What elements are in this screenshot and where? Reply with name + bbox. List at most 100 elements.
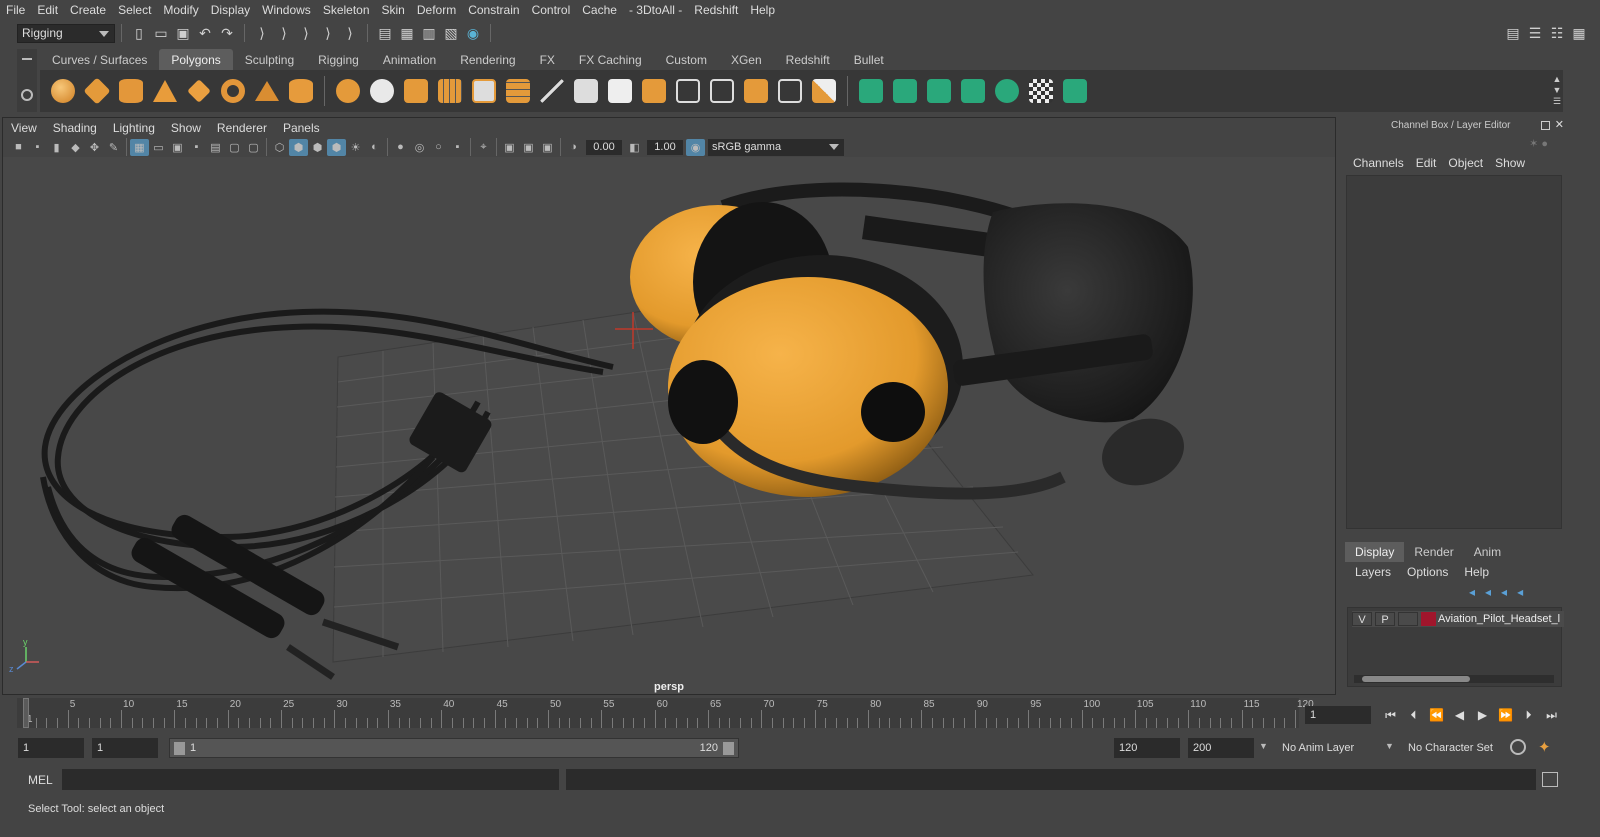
menu-constrain[interactable]: Constrain bbox=[462, 3, 525, 17]
smooth-icon[interactable] bbox=[433, 74, 467, 108]
poly-cone-icon[interactable] bbox=[148, 74, 182, 108]
color-management-icon[interactable]: ◉ bbox=[686, 138, 705, 156]
poly-torus-icon[interactable] bbox=[216, 74, 250, 108]
ipr-render-icon[interactable]: ▥ bbox=[418, 23, 440, 43]
save-scene-icon[interactable]: ▣ bbox=[172, 23, 194, 43]
channel-box-menu-object[interactable]: Object bbox=[1442, 156, 1489, 170]
uv-spherical-icon[interactable] bbox=[922, 74, 956, 108]
layer-row[interactable]: V P Aviation_Pilot_Headset_l bbox=[1352, 611, 1564, 627]
snap-together-icon[interactable] bbox=[807, 74, 841, 108]
range-start-handle[interactable] bbox=[174, 742, 185, 755]
range-slider[interactable]: 1 120 bbox=[169, 738, 739, 758]
gate-mask-icon[interactable]: ▪ bbox=[187, 139, 206, 156]
shelf-scroll-icon[interactable]: ▲ ▼ ☰ bbox=[1551, 74, 1563, 108]
uv-cylindrical-icon[interactable] bbox=[888, 74, 922, 108]
poly-plane-icon[interactable] bbox=[182, 74, 216, 108]
poly-cylinder-icon[interactable] bbox=[114, 74, 148, 108]
safe-title-icon[interactable]: ▢ bbox=[244, 139, 263, 156]
shadows-icon[interactable]: ◐ bbox=[365, 139, 384, 156]
playback-end-field[interactable]: 120 bbox=[1114, 738, 1180, 758]
step-back-key-icon[interactable]: ⏪ bbox=[1425, 705, 1448, 725]
xray-active-icon[interactable]: ▣ bbox=[519, 139, 538, 156]
2d-pan-zoom-icon[interactable]: ✥ bbox=[85, 139, 104, 156]
undo-icon[interactable]: ↶ bbox=[194, 23, 216, 43]
viewport-menu-shading[interactable]: Shading bbox=[45, 121, 105, 135]
append-icon[interactable] bbox=[603, 74, 637, 108]
menu-deform[interactable]: Deform bbox=[411, 3, 462, 17]
mirror-icon[interactable] bbox=[399, 74, 433, 108]
center-pivot-icon[interactable] bbox=[773, 74, 807, 108]
target-weld-icon[interactable] bbox=[671, 74, 705, 108]
shelf-tab-polygons[interactable]: Polygons bbox=[159, 49, 233, 70]
uv-checker-icon[interactable] bbox=[1024, 74, 1058, 108]
layer-tool-icons[interactable]: ◂◂◂◂ bbox=[1469, 585, 1533, 599]
channel-box-icon[interactable]: ▦ bbox=[1568, 23, 1590, 43]
gamma-icon[interactable]: ◧ bbox=[625, 139, 644, 156]
uv-automatic-icon[interactable] bbox=[956, 74, 990, 108]
shelf-tab-curves-surfaces[interactable]: Curves / Surfaces bbox=[40, 49, 159, 70]
layer-tab-anim[interactable]: Anim bbox=[1464, 542, 1511, 562]
menu-select[interactable]: Select bbox=[112, 3, 157, 17]
isolate-select-icon[interactable]: ⌖ bbox=[474, 139, 493, 156]
camera-attributes-icon[interactable]: ▪ bbox=[28, 139, 47, 156]
anti-aliasing-icon[interactable]: ○ bbox=[429, 139, 448, 156]
command-language-label[interactable]: MEL bbox=[28, 773, 53, 787]
manipulator-icons[interactable]: ✶ ● bbox=[1529, 137, 1548, 150]
layer-scrollbar[interactable] bbox=[1354, 675, 1554, 683]
use-all-lights-icon[interactable]: ☀ bbox=[346, 139, 365, 156]
open-scene-icon[interactable]: ▭ bbox=[150, 23, 172, 43]
camera-select-icon[interactable]: ■ bbox=[9, 139, 28, 156]
menu-display[interactable]: Display bbox=[205, 3, 256, 17]
anim-layer-chevron-icon[interactable]: ▼ bbox=[1259, 741, 1268, 751]
poly-cube-icon[interactable] bbox=[80, 74, 114, 108]
snap-curve-icon[interactable]: ⟩ bbox=[339, 23, 361, 43]
separate-icon[interactable] bbox=[365, 74, 399, 108]
anim-layer-select[interactable]: No Anim Layer bbox=[1276, 738, 1376, 758]
viewport-menu-lighting[interactable]: Lighting bbox=[105, 121, 163, 135]
textured-icon[interactable]: ⬢ bbox=[327, 138, 346, 156]
layer-tab-display[interactable]: Display bbox=[1345, 542, 1405, 562]
menu-cache[interactable]: Cache bbox=[576, 3, 623, 17]
grease-pencil-icon[interactable]: ✎ bbox=[104, 139, 123, 156]
new-scene-icon[interactable]: ▯ bbox=[128, 23, 150, 43]
menu-help[interactable]: Help bbox=[744, 3, 781, 17]
layer-menu-help[interactable]: Help bbox=[1456, 565, 1497, 579]
menu-edit[interactable]: Edit bbox=[31, 3, 64, 17]
shelf-tab-rigging[interactable]: Rigging bbox=[306, 49, 371, 70]
menu-redshift[interactable]: Redshift bbox=[688, 3, 744, 17]
layer-menu-layers[interactable]: Layers bbox=[1347, 565, 1399, 579]
redo-icon[interactable]: ↷ bbox=[216, 23, 238, 43]
menu-set-select[interactable]: Rigging bbox=[17, 23, 115, 43]
menu-skin[interactable]: Skin bbox=[376, 3, 411, 17]
view-transform-select[interactable]: sRGB gamma bbox=[708, 138, 844, 156]
layer-tab-render[interactable]: Render bbox=[1404, 542, 1463, 562]
mel-input[interactable] bbox=[62, 769, 559, 790]
uv-unfold-icon[interactable] bbox=[990, 74, 1024, 108]
exposure-icon[interactable]: ◑ bbox=[564, 139, 583, 156]
menu-skeleton[interactable]: Skeleton bbox=[317, 3, 376, 17]
gamma-field[interactable]: 1.00 bbox=[647, 139, 683, 155]
field-chart-icon[interactable]: ▤ bbox=[206, 139, 225, 156]
character-set-select[interactable]: No Character Set bbox=[1402, 738, 1502, 758]
bridge-icon[interactable] bbox=[569, 74, 603, 108]
viewport-menu-view[interactable]: View bbox=[3, 121, 45, 135]
layer-display-type[interactable] bbox=[1398, 612, 1418, 626]
shelf-tab-custom[interactable]: Custom bbox=[654, 49, 719, 70]
layer-playback-toggle[interactable]: P bbox=[1375, 612, 1395, 626]
smooth-shade-icon[interactable]: ⬢ bbox=[289, 138, 308, 156]
combine-icon[interactable] bbox=[331, 74, 365, 108]
animation-prefs-icon[interactable]: ✦ bbox=[1538, 738, 1551, 756]
shelf-tab-fx[interactable]: FX bbox=[528, 49, 567, 70]
play-forwards-icon[interactable]: ▶ bbox=[1471, 705, 1494, 725]
shelf-tab-animation[interactable]: Animation bbox=[371, 49, 448, 70]
menu-modify[interactable]: Modify bbox=[157, 3, 204, 17]
3d-scene-view[interactable]: y z persp bbox=[3, 157, 1335, 694]
workspace-icon[interactable]: ▤ bbox=[1502, 23, 1524, 43]
shelf-tab-rendering[interactable]: Rendering bbox=[448, 49, 527, 70]
channel-box-menu-channels[interactable]: Channels bbox=[1347, 156, 1410, 170]
shelf-gear-icon[interactable] bbox=[21, 89, 33, 101]
multi-cut-icon[interactable] bbox=[535, 74, 569, 108]
wireframe-icon[interactable]: ⬡ bbox=[270, 139, 289, 156]
menu-3dtoall[interactable]: - 3DtoAll - bbox=[623, 3, 688, 17]
auto-key-icon[interactable] bbox=[1510, 739, 1526, 755]
